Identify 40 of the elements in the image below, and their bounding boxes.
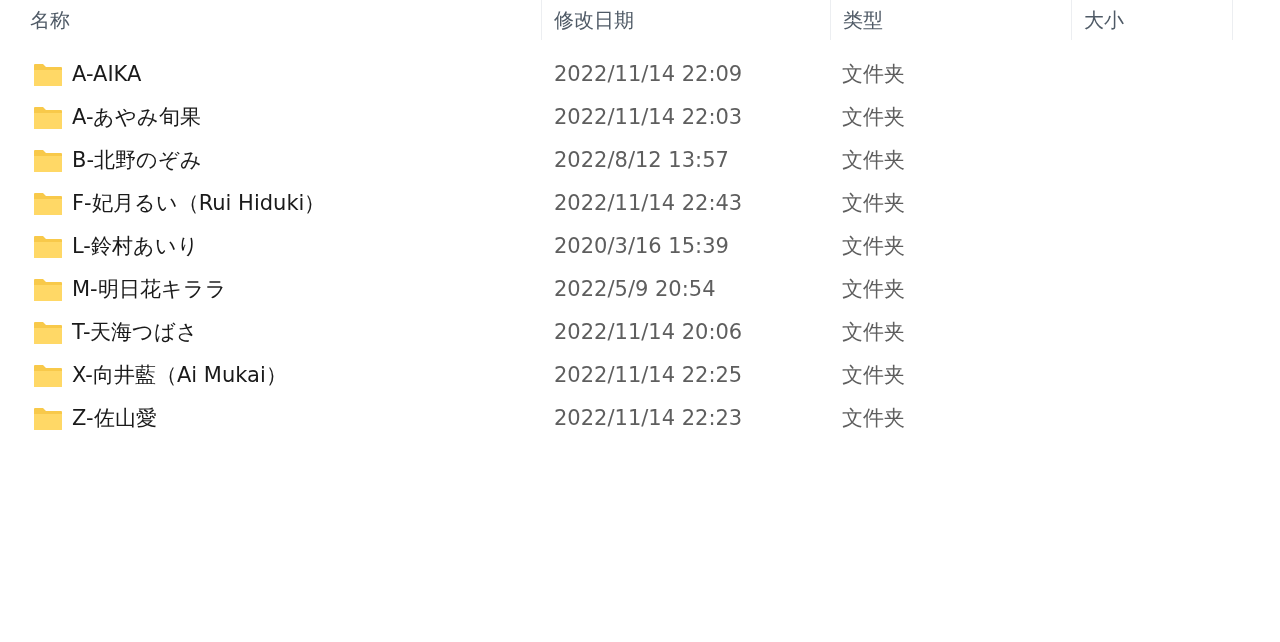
modified-date: 2022/11/14 22:25 xyxy=(554,362,743,387)
file-type: 文件夹 xyxy=(842,362,905,387)
modified-date: 2020/3/16 15:39 xyxy=(554,233,729,258)
folder-icon xyxy=(33,191,63,216)
modified-date: 2022/5/9 20:54 xyxy=(554,276,716,301)
folder-icon xyxy=(33,363,63,388)
file-type: 文件夹 xyxy=(842,276,905,301)
file-name[interactable]: T-天海つばさ xyxy=(72,316,199,349)
folder-icon xyxy=(33,62,63,87)
file-name[interactable]: Z-佐山愛 xyxy=(72,402,157,435)
file-type: 文件夹 xyxy=(842,61,905,86)
column-header[interactable]: 类型 xyxy=(843,5,883,35)
modified-date: 2022/11/14 22:43 xyxy=(554,190,743,215)
file-type: 文件夹 xyxy=(842,233,905,258)
modified-date: 2022/11/14 22:23 xyxy=(554,405,743,430)
column-header[interactable]: 修改日期 xyxy=(554,5,634,35)
file-name[interactable]: X-向井藍（Ai Mukai） xyxy=(72,359,287,392)
file-type: 文件夹 xyxy=(842,319,905,344)
folder-icon xyxy=(33,234,63,259)
folder-icon xyxy=(33,105,63,130)
folder-icon xyxy=(33,320,63,345)
file-name[interactable]: A-AIKA xyxy=(72,58,142,91)
modified-date: 2022/11/14 22:03 xyxy=(554,104,743,129)
file-type: 文件夹 xyxy=(842,405,905,430)
file-name[interactable]: F-妃月るい（Rui Hiduki） xyxy=(72,187,326,220)
file-name[interactable]: B-北野のぞみ xyxy=(72,144,202,177)
file-type: 文件夹 xyxy=(842,147,905,172)
file-type: 文件夹 xyxy=(842,190,905,215)
column-header[interactable]: 大小 xyxy=(1084,5,1124,35)
modified-date: 2022/8/12 13:57 xyxy=(554,147,729,172)
folder-icon xyxy=(33,406,63,431)
folder-icon xyxy=(33,148,63,173)
file-name[interactable]: A-あやみ旬果 xyxy=(72,101,202,134)
column-header[interactable]: 名称 xyxy=(30,5,70,35)
file-type: 文件夹 xyxy=(842,104,905,129)
file-name[interactable]: M-明日花キララ xyxy=(72,273,227,306)
modified-date: 2022/11/14 20:06 xyxy=(554,319,743,344)
file-name[interactable]: L-鈴村あいり xyxy=(72,230,199,263)
modified-date: 2022/11/14 22:09 xyxy=(554,61,743,86)
folder-icon xyxy=(33,277,63,302)
